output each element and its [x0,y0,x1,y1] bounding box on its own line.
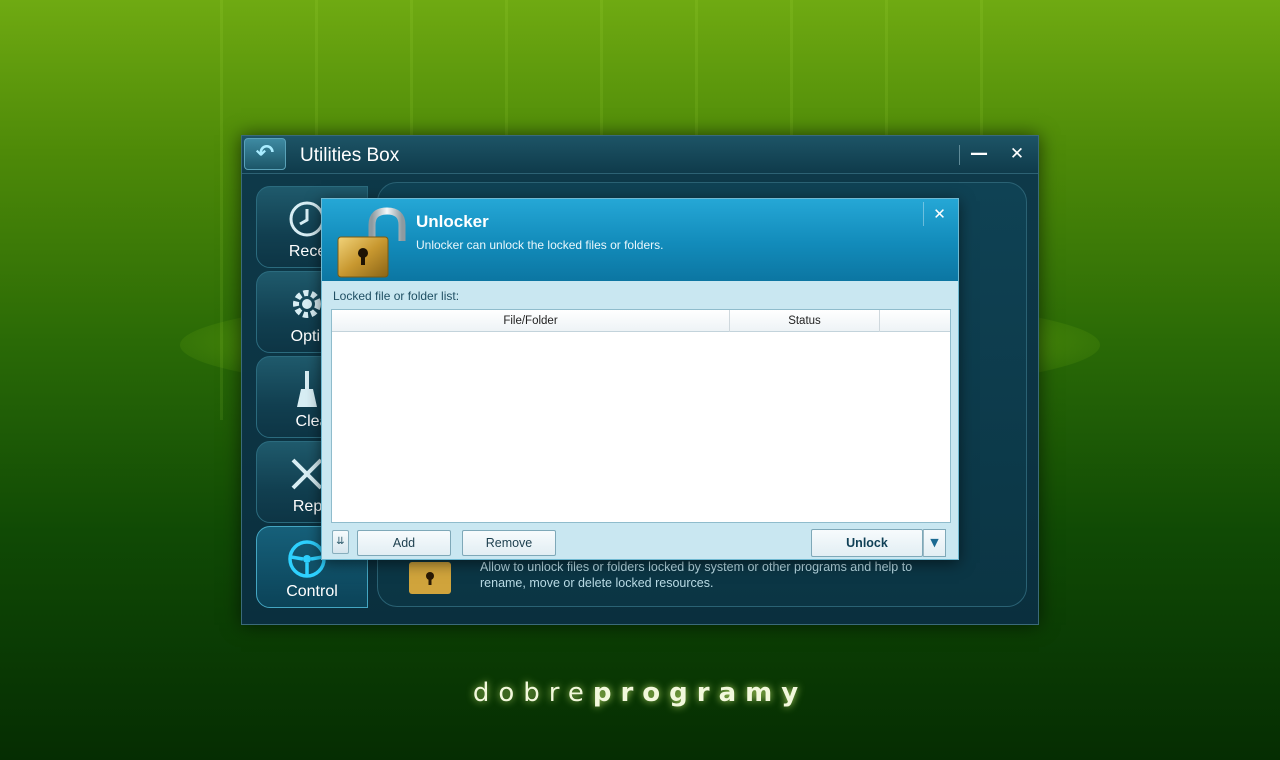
unlocker-dialog: Unlocker Unlocker can unlock the locked … [321,198,959,560]
column-header-status[interactable]: Status [730,310,880,332]
window-title: Utilities Box [300,145,400,166]
dialog-title: Unlocker [416,212,489,231]
minimize-button[interactable]: — [968,142,990,166]
column-header-file-folder[interactable]: File/Folder [332,310,730,332]
unlock-button[interactable]: Unlock [811,529,923,557]
locked-files-list[interactable]: File/Folder Status [331,309,951,523]
padlock-icon [409,562,451,594]
back-arrow-icon[interactable]: ↶ [244,138,286,170]
remove-button[interactable]: Remove [462,530,556,556]
unlocker-description: Allow to unlock files or folders locked … [480,560,913,590]
watermark-logo: dobreprogramy [0,678,1280,708]
watermark-light-text: dobre [472,678,593,708]
dialog-subtitle: Unlocker can unlock the locked files or … [416,238,664,252]
list-label: Locked file or folder list: [333,289,460,303]
window-titlebar: ↶ Utilities Box — ✕ [242,136,1038,174]
dialog-close-button[interactable]: ✕ [923,202,955,226]
titlebar-divider [959,145,960,165]
close-window-button[interactable]: ✕ [1006,142,1028,166]
unlock-dropdown-button[interactable]: ▼ [923,529,946,557]
watermark-bold-text: programy [592,678,808,708]
options-toggle-button[interactable]: ⇊ [332,530,349,554]
dialog-header: Unlocker Unlocker can unlock the locked … [322,199,958,281]
open-padlock-icon [337,207,406,278]
nav-item-label: Control [286,583,338,600]
list-header: File/Folder Status [332,310,950,332]
add-button[interactable]: Add [357,530,451,556]
